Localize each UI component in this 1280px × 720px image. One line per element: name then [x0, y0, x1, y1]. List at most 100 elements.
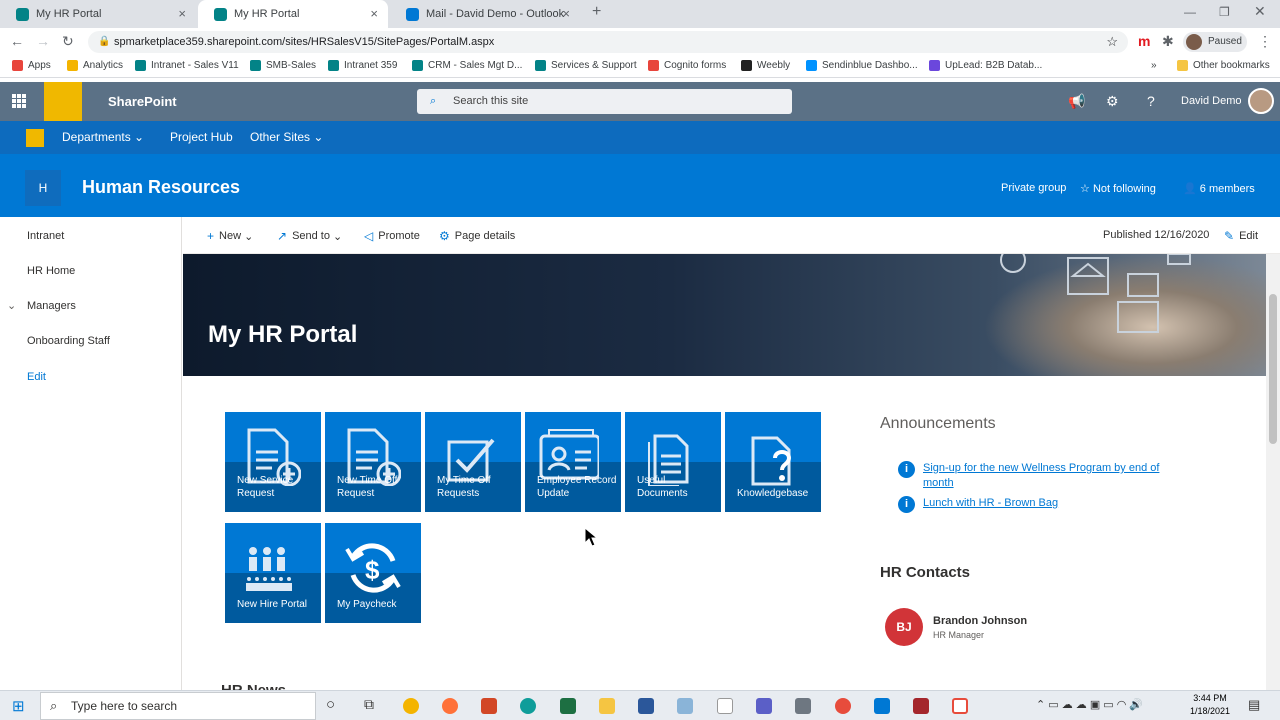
tile-employee-record-update[interactable]: Employee Record Update: [525, 412, 621, 512]
firefox-icon[interactable]: [442, 698, 458, 714]
bookmark-item[interactable]: Cognito forms: [648, 60, 726, 71]
nav-item-hr-home[interactable]: HR Home: [27, 265, 75, 277]
teams-icon[interactable]: [756, 698, 772, 714]
tile-knowledgebase[interactable]: Knowledgebase: [725, 412, 821, 512]
hub-logo[interactable]: [26, 129, 44, 147]
taskbar-search-input[interactable]: ⌕ Type here to search: [40, 692, 316, 720]
bookmark-item[interactable]: Apps: [12, 60, 51, 71]
cortana-icon[interactable]: ○: [326, 696, 335, 713]
settings-gear-icon[interactable]: ⚙: [1106, 93, 1119, 110]
close-tab-icon[interactable]: ×: [562, 6, 570, 21]
window-close-icon[interactable]: ✕: [1254, 3, 1266, 20]
chrome-icon[interactable]: [403, 698, 419, 714]
new-button[interactable]: + New ⌄: [207, 229, 253, 243]
bookmark-item[interactable]: Intranet - Sales V11: [135, 60, 239, 71]
bookmark-item[interactable]: Sendinblue Dashbo...: [806, 60, 918, 71]
tile-new-hire-portal[interactable]: New Hire Portal: [225, 523, 321, 623]
tile-useful-documents[interactable]: Useful Documents: [625, 412, 721, 512]
minimize-icon[interactable]: —: [1184, 5, 1196, 19]
tile-my-paycheck[interactable]: $ My Paycheck: [325, 523, 421, 623]
other-bookmarks-folder[interactable]: Other bookmarks: [1177, 60, 1270, 71]
app-icon[interactable]: [835, 698, 851, 714]
contact-avatar[interactable]: BJ: [885, 608, 923, 646]
bookmark-item[interactable]: Weebly: [741, 60, 790, 71]
extension-m-icon[interactable]: m: [1138, 33, 1150, 49]
edit-page-button[interactable]: ✎ Edit: [1224, 229, 1258, 243]
tile-label: New Service Request: [237, 475, 294, 499]
send-to-button[interactable]: ↗ Send to ⌄: [277, 229, 342, 243]
scrollbar-thumb[interactable]: [1269, 294, 1277, 444]
word-icon[interactable]: [638, 698, 654, 714]
tile-my-time-off-requests[interactable]: My Time Off Requests: [425, 412, 521, 512]
maximize-icon[interactable]: ❐: [1219, 5, 1230, 19]
address-bar[interactable]: 🔒 spmarketplace359.sharepoint.com/sites/…: [88, 31, 1128, 53]
page-scrollbar[interactable]: [1266, 254, 1280, 690]
site-search-input[interactable]: ⌕ Search this site: [417, 89, 792, 114]
forward-icon[interactable]: →: [36, 33, 50, 49]
powerpoint-icon[interactable]: [481, 698, 497, 714]
browser-tab[interactable]: Mail - David Demo - Outlook ×: [390, 0, 580, 28]
menu-kebab-icon[interactable]: ⋮: [1258, 33, 1272, 50]
user-avatar[interactable]: [1248, 88, 1274, 114]
announcement-link[interactable]: Sign-up for the new Wellness Program by …: [923, 461, 1178, 491]
site-icon[interactable]: H: [25, 170, 61, 206]
bookmarks-overflow-button[interactable]: »: [1151, 60, 1157, 71]
hub-nav-other-sites[interactable]: Other Sites ⌄: [250, 130, 323, 144]
browser-tab-active[interactable]: My HR Portal ×: [198, 0, 388, 28]
close-tab-icon[interactable]: ×: [370, 6, 378, 21]
follow-button[interactable]: ☆ Not following: [1080, 182, 1156, 195]
bookmark-item[interactable]: Intranet 359: [328, 60, 397, 71]
app-icon[interactable]: [913, 698, 929, 714]
nav-item-onboarding-staff[interactable]: Onboarding Staff: [27, 335, 110, 347]
members-button[interactable]: 👤 6 members: [1183, 182, 1255, 195]
app-launcher-icon[interactable]: [12, 94, 26, 108]
bookmark-item[interactable]: SMB-Sales: [250, 60, 316, 71]
hub-nav-departments[interactable]: Departments ⌄: [62, 130, 144, 144]
help-icon[interactable]: ?: [1147, 93, 1155, 109]
task-view-icon[interactable]: ⧉: [364, 696, 374, 713]
promote-button[interactable]: ◁ Promote: [364, 229, 420, 243]
user-name[interactable]: David Demo: [1181, 95, 1242, 107]
profile-button[interactable]: Paused: [1183, 32, 1247, 52]
close-tab-icon[interactable]: ×: [178, 6, 186, 21]
nav-item-managers[interactable]: Managers: [27, 300, 76, 312]
app-icon[interactable]: [874, 698, 890, 714]
file-explorer-icon[interactable]: [599, 698, 615, 714]
browser-tab[interactable]: My HR Portal ×: [0, 0, 196, 28]
browser-toolbar: ← → ↻ 🔒 spmarketplace359.sharepoint.com/…: [0, 28, 1280, 56]
announcement-link[interactable]: Lunch with HR - Brown Bag: [923, 496, 1178, 511]
org-logo[interactable]: [44, 82, 82, 121]
site-title[interactable]: Human Resources: [82, 177, 240, 198]
bookmark-item[interactable]: Analytics: [67, 60, 123, 71]
tile-new-time-off-request[interactable]: New Time Off Request: [325, 412, 421, 512]
back-icon[interactable]: ←: [10, 33, 24, 49]
app-icon[interactable]: [677, 698, 693, 714]
edge-icon[interactable]: [520, 698, 536, 714]
bookmark-star-icon[interactable]: ☆: [1106, 31, 1118, 53]
nav-item-intranet[interactable]: Intranet: [27, 230, 64, 242]
app-name[interactable]: SharePoint: [108, 94, 177, 109]
bookmark-item[interactable]: Services & Support: [535, 60, 637, 71]
notifications-icon[interactable]: ▤: [1248, 697, 1260, 713]
app-icon[interactable]: [952, 698, 968, 714]
chevron-down-icon: ⌄: [313, 130, 324, 144]
page-details-button[interactable]: ⚙ Page details: [439, 229, 515, 243]
system-tray-icons[interactable]: ⌃ ▭ ☁ ☁ ▣ ▭ ◠ 🔊: [1036, 698, 1143, 711]
hub-nav-project-hub[interactable]: Project Hub: [170, 130, 233, 144]
notepad-icon[interactable]: [717, 698, 733, 714]
calculator-icon[interactable]: [795, 698, 811, 714]
new-tab-button[interactable]: +: [592, 3, 601, 21]
nav-edit-link[interactable]: Edit: [27, 371, 46, 383]
extensions-puzzle-icon[interactable]: ✱: [1162, 33, 1174, 50]
contact-name[interactable]: Brandon Johnson: [933, 615, 1027, 627]
bookmark-item[interactable]: UpLead: B2B Datab...: [929, 60, 1042, 71]
windows-start-icon[interactable]: ⊞: [12, 697, 25, 715]
chevron-down-icon[interactable]: ⌄: [7, 299, 16, 312]
tile-new-service-request[interactable]: New Service Request: [225, 412, 321, 512]
reload-icon[interactable]: ↻: [62, 33, 74, 50]
megaphone-icon[interactable]: 📢: [1068, 93, 1085, 110]
taskbar-clock[interactable]: 3:44 PM 1/18/2021: [1190, 692, 1230, 718]
bookmark-item[interactable]: CRM - Sales Mgt D...: [412, 60, 522, 71]
excel-icon[interactable]: [560, 698, 576, 714]
info-icon: i: [898, 461, 915, 478]
